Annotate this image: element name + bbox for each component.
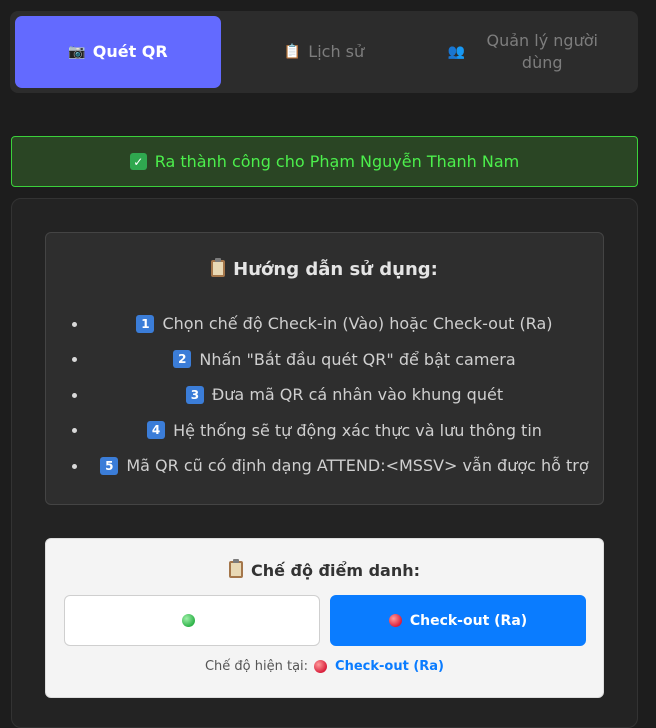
step-text: Chọn chế độ Check-in (Vào) hoặc Check-ou… [162,314,553,334]
tab-scan-qr[interactable]: 📷 Quét QR [15,16,221,88]
tab-user-management[interactable]: 👥 Quản lý người dùng [427,16,633,88]
guide-title-text: Hướng dẫn sử dụng: [233,259,438,280]
tab-label: Quản lý người dùng [486,31,598,72]
current-mode-prefix: Chế độ hiện tại: [204,659,309,674]
mode-title: Chế độ điểm danh: [46,559,603,580]
alert-text: Ra thành công cho Phạm Nguyễn Thanh Nam [154,152,520,171]
list-item: 3 Đưa mã QR cá nhân vào khung quét [46,377,603,413]
guide-steps: 1 Chọn chế độ Check-in (Vào) hoặc Check-… [46,306,603,484]
checkout-button[interactable]: Check-out (Ra) [330,595,586,646]
list-item: 1 Chọn chế độ Check-in (Vào) hoặc Check-… [46,306,603,342]
current-mode: Chế độ hiện tại: Check-out (Ra) [46,659,603,674]
clipboard-icon [228,559,243,578]
clipboard-icon: 📋 [283,44,302,60]
attendance-mode-card: Chế độ điểm danh: Check-out (Ra) Chế độ … [45,538,604,698]
clipboard-icon [211,258,226,277]
main-tabs: 📷 Quét QR 📋 Lịch sử 👥 Quản lý người dùng [10,11,638,93]
checkout-label: Check-out (Ra) [409,612,528,629]
tab-label: Lịch sử [308,42,365,61]
keycap-number-icon: 2 [173,350,192,369]
camera-icon: 📷 [68,44,86,60]
step-text: Mã QR cũ có định dạng ATTEND:<MSSV> vẫn … [126,456,589,476]
keycap-number-icon: 1 [136,314,155,333]
red-circle-icon [388,614,402,627]
keycap-number-icon: 4 [147,421,166,440]
step-text: Đưa mã QR cá nhân vào khung quét [211,385,504,405]
current-mode-value: Check-out (Ra) [335,659,444,674]
mode-title-text: Chế độ điểm danh: [250,561,421,580]
keycap-number-icon: 5 [100,456,119,475]
success-alert: ✓ Ra thành công cho Phạm Nguyễn Thanh Na… [11,136,638,187]
list-item: 4 Hệ thống sẽ tự động xác thực và lưu th… [46,413,603,449]
people-icon: 👥 [447,44,466,60]
green-circle-icon [181,614,195,627]
tab-label: Quét QR [92,42,168,61]
red-circle-icon [314,660,328,673]
list-item: 5 Mã QR cũ có định dạng ATTEND:<MSSV> vẫ… [46,448,603,484]
checkin-button[interactable] [64,595,320,646]
step-text: Hệ thống sẽ tự động xác thực và lưu thôn… [173,420,542,440]
keycap-number-icon: 3 [185,385,204,404]
check-icon: ✓ [129,153,147,170]
usage-guide: Hướng dẫn sử dụng: 1 Chọn chế độ Check-i… [45,232,604,505]
guide-title: Hướng dẫn sử dụng: [46,258,603,280]
list-item: 2 Nhấn "Bắt đầu quét QR" để bật camera [46,342,603,378]
step-text: Nhấn "Bắt đầu quét QR" để bật camera [199,349,516,369]
tab-history[interactable]: 📋 Lịch sử [221,16,427,88]
